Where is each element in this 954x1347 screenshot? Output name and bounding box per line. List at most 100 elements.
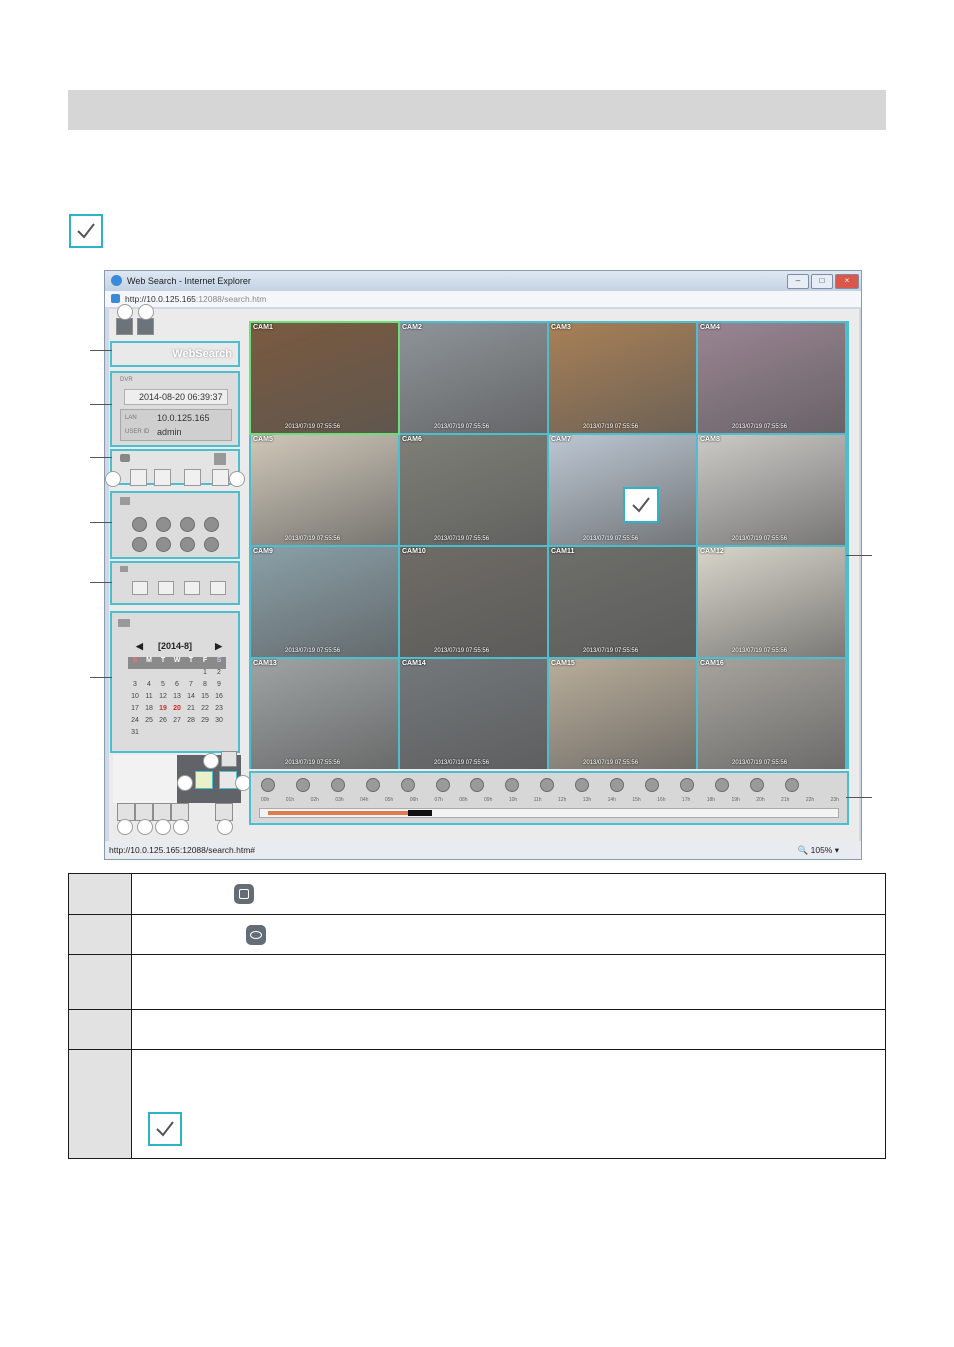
playback-position[interactable] (408, 810, 433, 816)
channel-toggle-button[interactable] (435, 778, 450, 792)
calendar-day[interactable]: 23 (212, 705, 226, 717)
minimize-button[interactable]: – (787, 274, 809, 289)
channel-toggle-button[interactable] (784, 778, 799, 792)
camera-tile[interactable]: CAM8 2013/07/19 07:55:56 (698, 435, 845, 545)
channel-toggle-button[interactable] (714, 778, 729, 792)
channel-toggle-button[interactable] (365, 778, 380, 792)
camera-label: CAM13 (253, 660, 277, 667)
fast-rewind-button[interactable] (132, 517, 147, 532)
channel-toggle-button[interactable] (505, 778, 520, 792)
channel-toggle-button[interactable] (749, 778, 764, 792)
channel-toggle-button[interactable] (261, 778, 275, 792)
brightness-up-button[interactable] (212, 469, 229, 486)
calendar-day[interactable]: 29 (198, 717, 212, 729)
prev-month-arrow[interactable]: ◀ (136, 641, 143, 652)
calendar-day[interactable]: 13 (170, 693, 184, 705)
calendar-day[interactable]: 31 (128, 729, 142, 741)
channel-toggle-button[interactable] (330, 778, 345, 792)
channel-toggle-button[interactable] (575, 778, 590, 792)
calendar-empty (184, 729, 198, 741)
timeline-bar[interactable] (259, 808, 839, 818)
camera-tile[interactable]: CAM1 2013/07/19 07:55:56 (249, 321, 400, 435)
calendar-day[interactable]: 16 (212, 693, 226, 705)
camera-tile[interactable]: CAM13 2013/07/19 07:55:56 (251, 659, 398, 769)
connection-panel: LAN 10.0.125.165 USER ID admin (120, 409, 232, 441)
calendar-day[interactable]: 4 (142, 681, 156, 693)
calendar-day[interactable]: 20 (170, 705, 184, 717)
layout-3x3-button[interactable] (184, 581, 200, 595)
callout-badge (117, 819, 133, 835)
calendar-day[interactable]: 25 (142, 717, 156, 729)
calendar-day[interactable]: 27 (170, 717, 184, 729)
zoom-in-button[interactable] (130, 469, 147, 486)
calendar-day[interactable]: 19 (156, 705, 170, 717)
settings-button[interactable] (221, 751, 237, 767)
camera-tile[interactable]: CAM10 2013/07/19 07:55:56 (400, 547, 547, 657)
camera-grid-frame: CAM1 2013/07/19 07:55:56 CAM2 2013/07/19 07… (249, 321, 849, 769)
camera-tile[interactable]: CAM14 2013/07/19 07:55:56 (400, 659, 547, 769)
channel-toggle-button[interactable] (610, 778, 624, 792)
channel-toggle-button[interactable] (400, 778, 415, 792)
calendar-day[interactable]: 7 (184, 681, 198, 693)
callout-badge (155, 819, 171, 835)
edit-icon[interactable] (214, 453, 226, 465)
calendar-day[interactable]: 24 (128, 717, 142, 729)
calendar-day[interactable]: 26 (156, 717, 170, 729)
layout-2x2-button[interactable] (158, 581, 174, 595)
play-backward-button[interactable] (156, 517, 171, 532)
calendar-day[interactable]: 30 (212, 717, 226, 729)
face-icon[interactable] (195, 771, 213, 789)
channel-toggle-button[interactable] (470, 778, 485, 792)
export-button[interactable] (116, 318, 133, 335)
next-month-arrow[interactable]: ▶ (215, 641, 222, 652)
calendar-day[interactable]: 9 (212, 681, 226, 693)
view-button[interactable] (137, 318, 154, 335)
calendar-day[interactable]: 17 (128, 705, 142, 717)
calendar-day[interactable]: 1 (198, 669, 212, 681)
channel-toggle-button[interactable] (540, 778, 555, 792)
camera-tile[interactable]: CAM15 2013/07/19 07:55:56 (549, 659, 696, 769)
play-button[interactable] (204, 517, 219, 532)
calendar-day[interactable]: 11 (142, 693, 156, 705)
camera-tile[interactable]: CAM6 2013/07/19 07:55:56 (400, 435, 547, 545)
last-frame-button[interactable] (204, 537, 219, 552)
zoom-level[interactable]: 🔍 105% ▾ (798, 845, 839, 856)
channel-toggle-button[interactable] (295, 778, 310, 792)
camera-tile[interactable]: CAM12 2013/07/19 07:55:56 (698, 547, 845, 657)
address-bar[interactable]: http://10.0.125.165:12088/search.htm (105, 291, 861, 307)
camera-tile[interactable]: CAM11 2013/07/19 07:55:56 (549, 547, 696, 657)
zoom-out-button[interactable] (154, 469, 171, 486)
calendar-day[interactable]: 5 (156, 681, 170, 693)
first-frame-button[interactable] (132, 537, 147, 552)
calendar-day[interactable]: 21 (184, 705, 198, 717)
camera-tile[interactable]: CAM4 2013/07/19 07:55:56 (698, 323, 845, 433)
layout-4x4-button[interactable] (210, 581, 226, 595)
calendar-day[interactable]: 8 (198, 681, 212, 693)
camera-tile[interactable]: CAM16 2013/07/19 07:55:56 (698, 659, 845, 769)
frame-backward-button[interactable] (156, 537, 171, 552)
camera-tile[interactable]: CAM5 2013/07/19 07:55:56 (251, 435, 398, 545)
calendar-day[interactable]: 12 (156, 693, 170, 705)
channel-toggle-button[interactable] (679, 778, 694, 792)
maximize-button[interactable]: □ (811, 274, 833, 289)
calendar-day[interactable]: 14 (184, 693, 198, 705)
calendar-day[interactable]: 10 (128, 693, 142, 705)
frame-forward-button[interactable] (180, 537, 195, 552)
camera-tile[interactable]: CAM2 2013/07/19 07:55:56 (400, 323, 547, 433)
calendar-grid[interactable]: S M T W T F S 1 2 3 4 5 6 7 8 9 10 11 12 13 14 15 16 17 18 19 20 21… (128, 657, 226, 741)
brightness-down-button[interactable] (184, 469, 201, 486)
calendar-day[interactable]: 2 (212, 669, 226, 681)
camera-tile[interactable]: CAM9 2013/07/19 07:55:56 (251, 547, 398, 657)
pause-button[interactable] (180, 517, 195, 532)
camera-label: CAM10 (402, 548, 426, 555)
channel-toggle-button[interactable] (644, 778, 659, 792)
calendar-day[interactable]: 22 (198, 705, 212, 717)
calendar-day[interactable]: 15 (198, 693, 212, 705)
calendar-day[interactable]: 6 (170, 681, 184, 693)
camera-tile[interactable]: CAM3 2013/07/19 07:55:56 (549, 323, 696, 433)
calendar-day[interactable]: 18 (142, 705, 156, 717)
close-button[interactable]: × (835, 274, 859, 289)
calendar-day[interactable]: 28 (184, 717, 198, 729)
layout-1x1-button[interactable] (132, 581, 148, 595)
calendar-day[interactable]: 3 (128, 681, 142, 693)
